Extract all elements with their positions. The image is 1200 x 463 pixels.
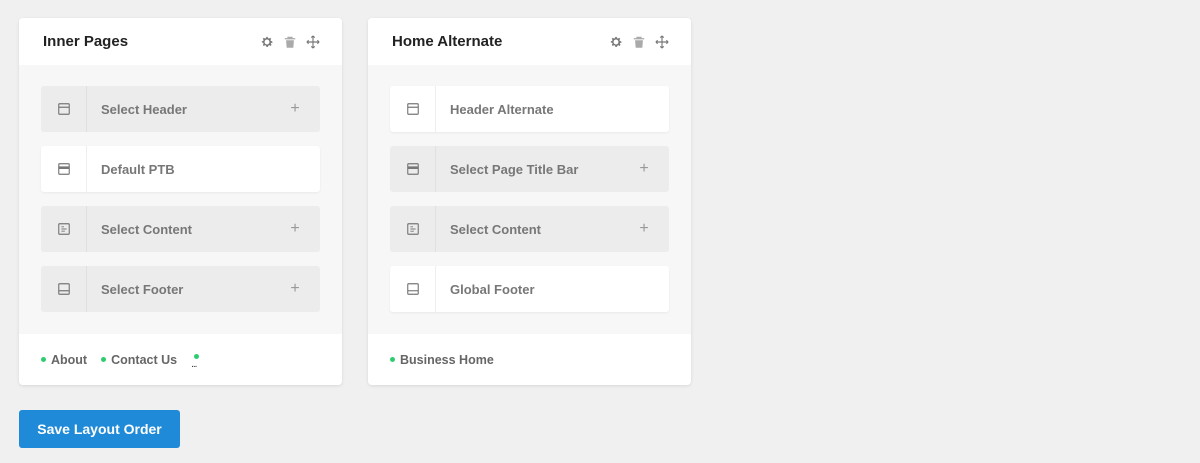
slot-label: Header Alternate: [450, 101, 554, 117]
header-icon: [390, 86, 436, 132]
content-icon: [390, 206, 436, 252]
slot-label: Default PTB: [101, 161, 175, 177]
footer-icon: [41, 266, 87, 312]
gear-icon[interactable]: [608, 34, 623, 49]
page-link-label: Business Home: [400, 352, 494, 367]
status-dot: [101, 357, 107, 362]
slot-label: Select Header: [101, 101, 187, 117]
slot-header[interactable]: Header Alternate: [390, 86, 669, 132]
title-bar-icon: [390, 146, 436, 192]
card-title: Home Alternate: [392, 33, 503, 50]
slot-content[interactable]: Select Content +: [390, 206, 669, 252]
add-icon[interactable]: +: [619, 160, 669, 178]
slot-label: Global Footer: [450, 281, 535, 297]
card-slots: Select Header + Default PTB Select Conte…: [19, 65, 342, 334]
header-icon: [41, 86, 87, 132]
footer-icon: [390, 266, 436, 312]
slot-label: Select Footer: [101, 281, 184, 297]
move-icon[interactable]: [654, 34, 669, 49]
add-icon[interactable]: +: [270, 100, 320, 118]
add-icon[interactable]: +: [270, 220, 320, 238]
trash-icon[interactable]: [631, 34, 646, 49]
slot-label: Select Page Title Bar: [450, 161, 579, 177]
title-bar-icon: [41, 146, 87, 192]
more-pages-button[interactable]: ...: [191, 352, 203, 370]
assigned-pages: About Contact Us ...: [19, 334, 342, 385]
layout-card-inner-pages: Inner Pages Select Header + Default PTB …: [19, 18, 342, 385]
page-link-contact-us[interactable]: Contact Us: [101, 353, 177, 367]
move-icon[interactable]: [305, 34, 320, 49]
slot-label: Select Content: [450, 221, 542, 237]
slot-label: Select Content: [101, 221, 193, 237]
more-indicator: ...: [191, 358, 197, 370]
slot-content[interactable]: Select Content +: [41, 206, 320, 252]
card-title: Inner Pages: [43, 33, 129, 50]
slot-header[interactable]: Select Header +: [41, 86, 320, 132]
add-icon[interactable]: +: [270, 280, 320, 298]
layout-card-home-alternate: Home Alternate Header Alternate Select P…: [368, 18, 691, 385]
status-dot: [41, 357, 46, 362]
save-layout-order-button[interactable]: Save Layout Order: [19, 410, 180, 448]
status-dot: [390, 357, 395, 362]
card-tools: [259, 34, 320, 49]
card-tools: [608, 34, 669, 49]
page-link-business-home[interactable]: Business Home: [390, 353, 494, 367]
card-header: Inner Pages: [19, 18, 342, 65]
card-slots: Header Alternate Select Page Title Bar +…: [368, 65, 691, 334]
slot-footer[interactable]: Select Footer +: [41, 266, 320, 312]
status-dot: [194, 353, 200, 359]
page-link-about[interactable]: About: [41, 353, 87, 367]
slot-title-bar[interactable]: Select Page Title Bar +: [390, 146, 669, 192]
card-header: Home Alternate: [368, 18, 691, 65]
slot-footer[interactable]: Global Footer: [390, 266, 669, 312]
slot-title-bar[interactable]: Default PTB: [41, 146, 320, 192]
gear-icon[interactable]: [259, 34, 274, 49]
page-link-label: Contact Us: [111, 352, 178, 367]
content-icon: [41, 206, 87, 252]
add-icon[interactable]: +: [619, 220, 669, 238]
trash-icon[interactable]: [282, 34, 297, 49]
assigned-pages: Business Home: [368, 334, 691, 385]
page-link-label: About: [51, 352, 88, 367]
